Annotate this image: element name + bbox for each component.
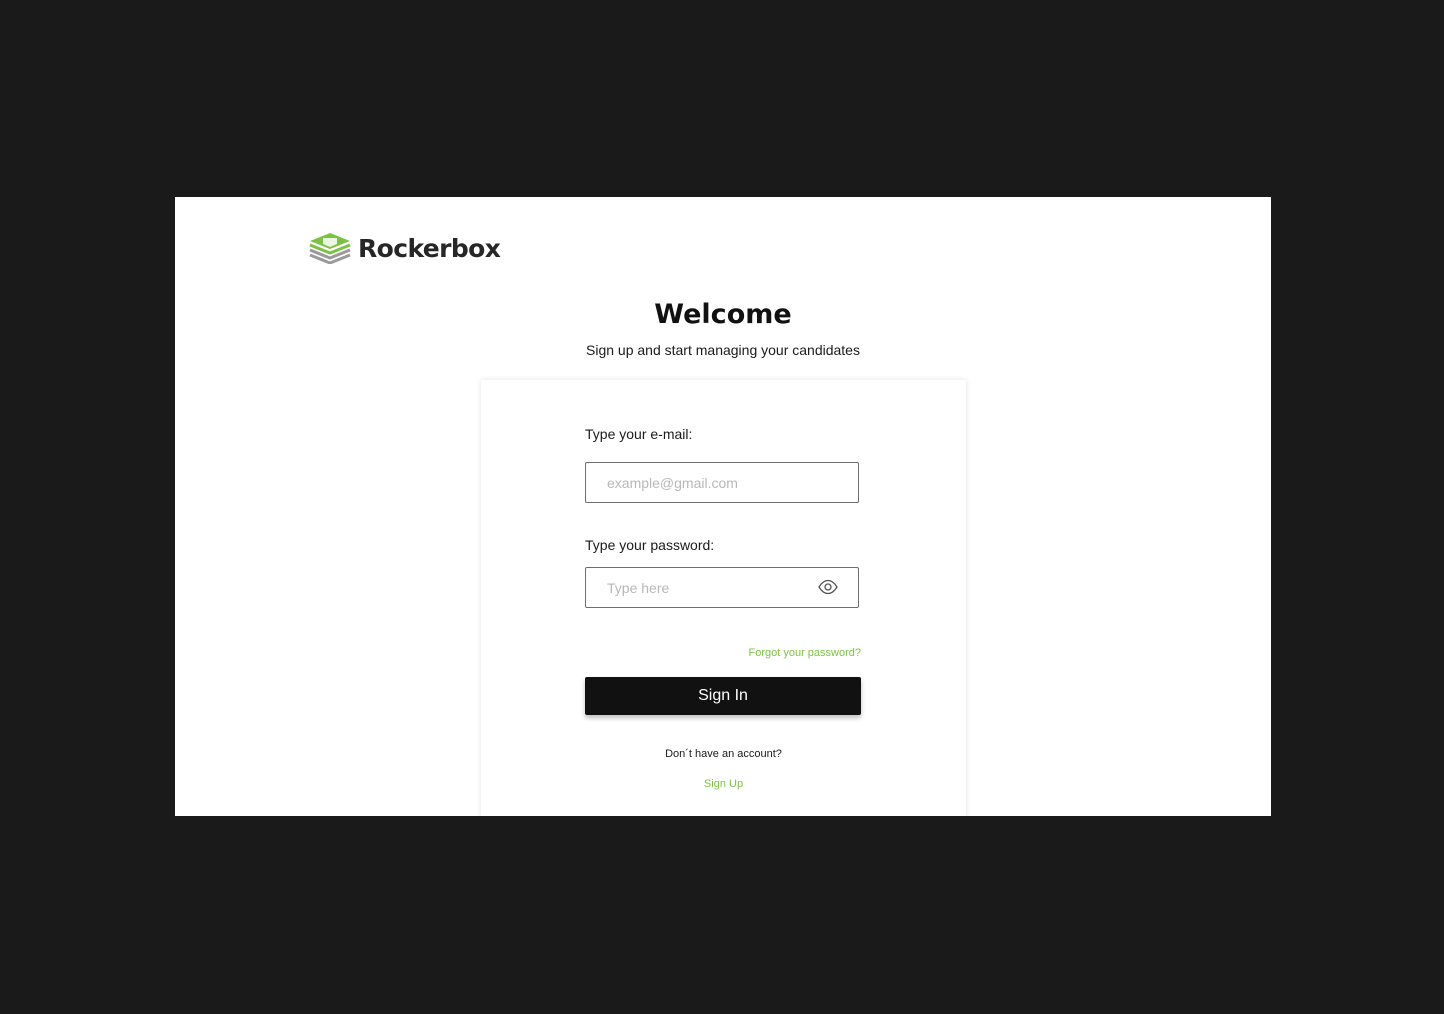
page-subtitle: Sign up and start managing your candidat… bbox=[586, 342, 860, 358]
brand-name: Rockerbox bbox=[358, 233, 501, 263]
no-account-text: Don´t have an account? bbox=[665, 748, 782, 760]
eye-icon[interactable] bbox=[818, 579, 838, 595]
sign-up-link[interactable]: Sign Up bbox=[481, 778, 966, 790]
page-title: Welcome bbox=[654, 299, 792, 330]
stacked-layers-logo-icon bbox=[309, 233, 351, 264]
login-screen: Rockerbox Welcome Sign up and start mana… bbox=[175, 197, 1271, 816]
brand-logo: Rockerbox bbox=[308, 231, 501, 265]
email-label: Type your e-mail: bbox=[585, 426, 693, 442]
sign-in-button[interactable]: Sign In bbox=[585, 677, 861, 715]
login-card: Type your e-mail: Type your password: Fo… bbox=[481, 380, 966, 816]
forgot-password-link[interactable]: Forgot your password? bbox=[585, 647, 862, 659]
email-field[interactable] bbox=[585, 462, 859, 503]
password-label: Type your password: bbox=[585, 537, 715, 553]
